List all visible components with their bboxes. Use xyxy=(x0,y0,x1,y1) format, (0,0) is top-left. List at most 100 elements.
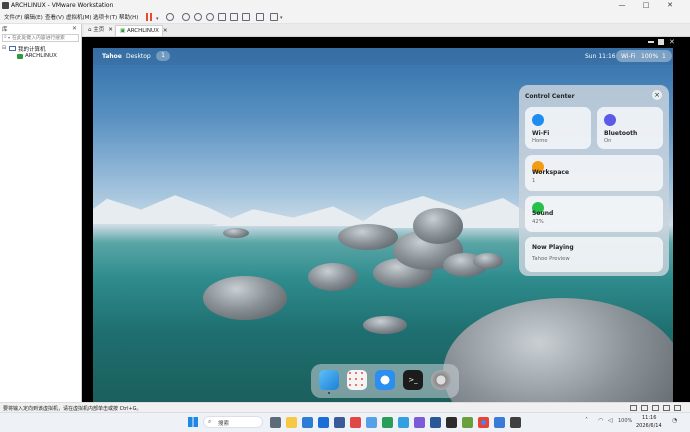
tab-home[interactable]: ⌂ 主页 ✕ xyxy=(84,25,114,36)
wifi-status: Wi-Fi xyxy=(621,53,636,60)
sound-tile[interactable]: Sound 42% xyxy=(525,196,663,232)
message-icon[interactable] xyxy=(674,405,681,411)
library-close-button[interactable]: ✕ xyxy=(72,25,77,32)
taskbar: ⌕ 搜索 ˄ ◠ ◁ 100% 11:16 2026/6/14 ◔ xyxy=(0,412,690,432)
library-search-input[interactable] xyxy=(12,35,72,41)
restore-icon[interactable] xyxy=(658,39,664,45)
sound-tile-value: 42% xyxy=(532,219,544,225)
close-icon[interactable]: ✕ xyxy=(108,27,113,33)
minimize-icon[interactable] xyxy=(648,41,654,43)
close-icon[interactable]: ✕ xyxy=(163,28,168,34)
battery-status: 100% xyxy=(641,53,659,60)
volume-icon[interactable]: ◁ xyxy=(608,417,613,424)
minimize-button[interactable]: — xyxy=(612,1,632,10)
app-icon[interactable] xyxy=(382,417,393,428)
control-center-close-button[interactable]: × xyxy=(652,90,662,100)
finder-icon[interactable] xyxy=(319,370,339,390)
boulder xyxy=(338,224,398,250)
control-center-panel: Control Center × Wi-Fi Home Bluetooth On… xyxy=(519,85,669,276)
terminal-icon[interactable]: >_ xyxy=(403,370,423,390)
snapshot-icon[interactable] xyxy=(182,13,190,21)
chevron-down-icon[interactable]: ▾ xyxy=(156,16,159,22)
menu-edit[interactable]: 编辑(E) xyxy=(24,13,43,21)
workspace-tile-value: 1 xyxy=(532,178,536,184)
now-playing-tile[interactable]: Now Playing Tahoe Preview xyxy=(525,237,663,272)
status-pill[interactable]: Wi-Fi 100% 1 xyxy=(616,50,672,62)
guest-clock[interactable]: Sun 11:16 xyxy=(585,53,616,60)
battery-percent[interactable]: 100% xyxy=(618,418,632,424)
taskbar-search-label: 搜索 xyxy=(218,421,230,427)
wifi-tile[interactable]: Wi-Fi Home xyxy=(525,107,591,149)
notification-icon[interactable]: ◔ xyxy=(672,417,677,424)
pause-icon[interactable] xyxy=(146,13,148,21)
wifi-tile-status: Home xyxy=(532,138,548,144)
chevron-down-icon[interactable]: ▾ xyxy=(8,35,10,40)
app-icon[interactable] xyxy=(366,417,377,428)
tree-item-my-computer[interactable]: 我的计算机 xyxy=(18,45,46,53)
snapshot-manager-icon[interactable] xyxy=(206,13,214,21)
revert-snapshot-icon[interactable] xyxy=(194,13,202,21)
tree-item-archlinux[interactable]: ARCHLINUX xyxy=(25,53,57,59)
terminal-app-icon[interactable] xyxy=(446,417,457,428)
guest-menu-desktop[interactable]: Desktop xyxy=(126,53,151,60)
thumbnail-icon[interactable] xyxy=(230,13,238,21)
vm-console[interactable]: ✕ Tahoe Desktop 1 Sun 11:16 Wi-Fi 100% 1 xyxy=(82,37,690,402)
sound-card-icon[interactable] xyxy=(663,405,670,411)
fullscreen-icon[interactable] xyxy=(256,13,264,21)
menu-view[interactable]: 查看(V) xyxy=(45,13,64,21)
chrome-icon[interactable] xyxy=(478,417,489,428)
menu-vm[interactable]: 虚拟机(M) xyxy=(66,13,92,21)
safari-icon[interactable] xyxy=(375,370,395,390)
guest-app-name[interactable]: Tahoe xyxy=(102,53,122,60)
stretch-icon[interactable] xyxy=(270,13,278,21)
maximize-button[interactable]: □ xyxy=(636,1,656,10)
app-icon[interactable] xyxy=(334,417,345,428)
app-icon[interactable] xyxy=(398,417,409,428)
usb-icon[interactable] xyxy=(652,405,659,411)
wifi-icon[interactable]: ◠ xyxy=(598,417,603,424)
bluetooth-tile-status: On xyxy=(604,138,612,144)
taskbar-date[interactable]: 2026/6/14 xyxy=(636,423,662,429)
guest-desktop[interactable]: Tahoe Desktop 1 Sun 11:16 Wi-Fi 100% 1 C… xyxy=(93,48,673,402)
tab-archlinux[interactable]: ▣ ARCHLINUX ✕ xyxy=(115,25,167,36)
close-icon[interactable]: ✕ xyxy=(669,38,675,46)
menu-file[interactable]: 文件(F) xyxy=(4,13,22,21)
chevron-down-icon[interactable]: ▾ xyxy=(280,15,283,21)
boulder xyxy=(308,263,358,291)
device-icon[interactable] xyxy=(630,405,637,411)
window-title: ARCHLINUX - VMware Workstation xyxy=(11,2,114,9)
taskbar-search-box[interactable]: ⌕ 搜索 xyxy=(203,416,263,428)
library-search-box[interactable]: ⌕ ▾ xyxy=(2,34,79,42)
windows-start-icon[interactable] xyxy=(188,417,198,427)
computer-icon xyxy=(9,46,16,51)
menu-tabs[interactable]: 选项卡(T) xyxy=(93,13,117,21)
library-panel: 库 ✕ ⌕ ▾ ⊟ 我的计算机 ARCHLINUX xyxy=(0,24,82,402)
library-toggle-icon[interactable] xyxy=(218,13,226,21)
launchpad-icon[interactable] xyxy=(347,370,367,390)
file-explorer-icon[interactable] xyxy=(286,417,297,428)
app-icon[interactable] xyxy=(430,417,441,428)
app-icon[interactable] xyxy=(350,417,361,428)
chevron-up-icon[interactable]: ˄ xyxy=(585,417,588,424)
store-icon[interactable] xyxy=(318,417,329,428)
pause-icon-bar xyxy=(150,13,152,21)
workspace-badge[interactable]: 1 xyxy=(156,51,170,61)
vmware-taskbar-icon[interactable] xyxy=(510,417,521,428)
close-button[interactable]: ✕ xyxy=(660,1,680,10)
workspace-tile[interactable]: Workspace 1 xyxy=(525,155,663,191)
boulder xyxy=(363,316,407,334)
menu-help[interactable]: 帮助(H) xyxy=(119,13,138,21)
tree-collapse-icon[interactable]: ⊟ xyxy=(2,45,6,51)
task-view-icon[interactable] xyxy=(270,417,281,428)
bluetooth-tile[interactable]: Bluetooth On xyxy=(597,107,663,149)
taskbar-time[interactable]: 11:16 xyxy=(642,415,656,421)
title-bar: ARCHLINUX - VMware Workstation — □ ✕ xyxy=(0,0,690,11)
app-icon[interactable] xyxy=(414,417,425,428)
app-icon[interactable] xyxy=(462,417,473,428)
send-ctrl-alt-del-icon[interactable] xyxy=(166,13,174,21)
edge-icon[interactable] xyxy=(302,417,313,428)
app-icon[interactable] xyxy=(494,417,505,428)
settings-icon[interactable] xyxy=(431,370,451,390)
console-view-icon[interactable] xyxy=(242,13,250,21)
network-icon[interactable] xyxy=(641,405,648,411)
